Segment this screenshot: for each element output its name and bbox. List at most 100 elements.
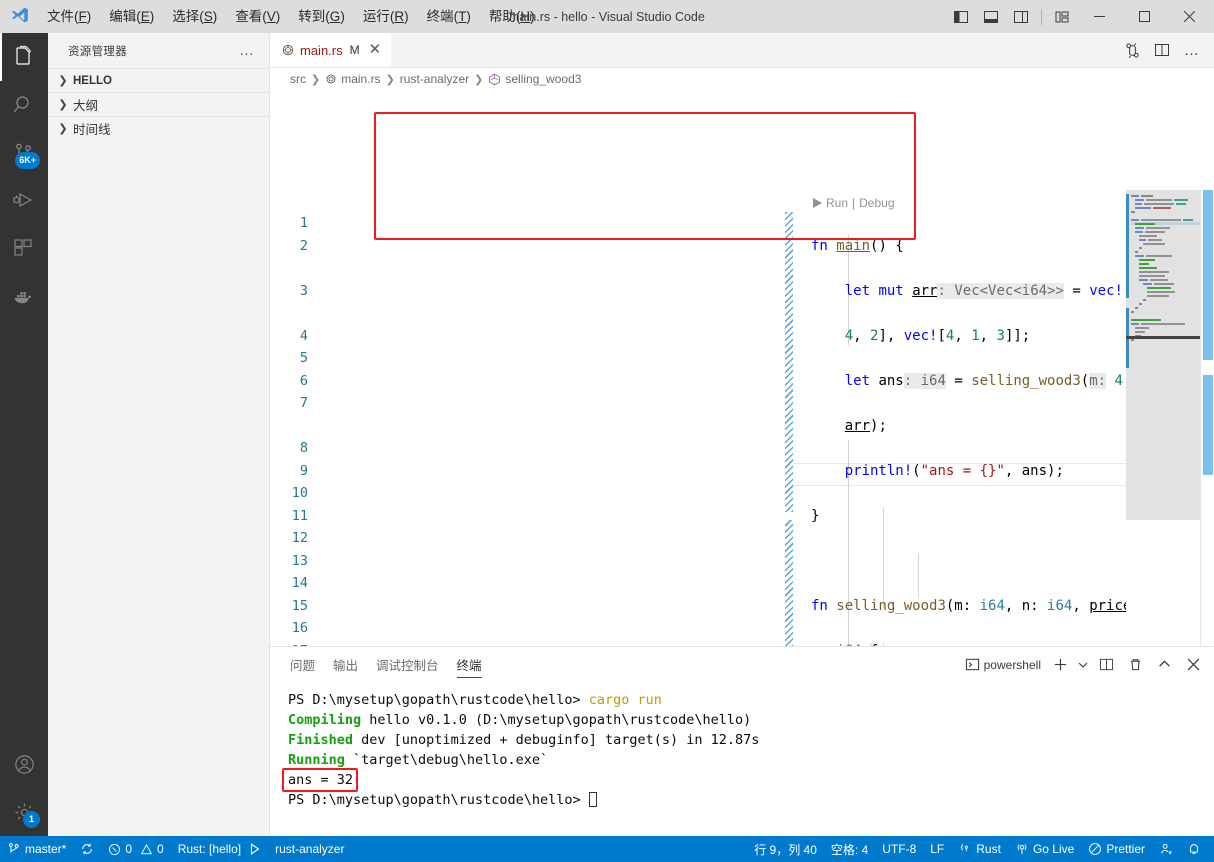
- codelens-debug-link[interactable]: Debug: [859, 196, 894, 210]
- toggle-panel-icon[interactable]: [976, 0, 1006, 33]
- close-icon[interactable]: ✕: [369, 42, 382, 57]
- window-maximize-button[interactable]: [1122, 0, 1167, 33]
- codelens-run-link[interactable]: Run: [826, 196, 848, 210]
- search-icon: [12, 93, 36, 117]
- breadcrumb-file-label: main.rs: [341, 72, 381, 86]
- maximize-panel-icon[interactable]: [1151, 651, 1177, 679]
- terminal-line: Compiling hello v0.1.0 (D:\mysetup\gopat…: [288, 710, 1214, 730]
- activity-bar: 6K+ 1: [0, 33, 48, 836]
- status-indentation[interactable]: 空格: 4: [824, 836, 875, 862]
- codelens-separator: |: [852, 196, 856, 210]
- error-icon: [108, 843, 121, 856]
- debug-icon: [12, 189, 36, 213]
- menu-edit[interactable]: 编辑(E): [100, 5, 163, 29]
- status-remote-explorer[interactable]: [1152, 836, 1180, 862]
- toggle-primary-sidebar-icon[interactable]: [946, 0, 976, 33]
- status-rust-target[interactable]: Rust: [hello]: [171, 836, 268, 862]
- line-number: 2: [299, 237, 308, 254]
- menu-view[interactable]: 查看(V): [226, 5, 289, 29]
- activity-item-accounts[interactable]: [0, 740, 48, 788]
- sidebar-section-outline-label: 大纲: [73, 99, 99, 113]
- panel-tab-problems[interactable]: 问题: [290, 647, 315, 682]
- activity-item-search[interactable]: [0, 81, 48, 129]
- line-number: 14: [291, 575, 308, 591]
- status-branch[interactable]: master*: [0, 836, 73, 862]
- status-rust-analyzer-label: rust-analyzer: [275, 842, 345, 856]
- customize-layout-icon[interactable]: [1047, 0, 1077, 33]
- menu-file[interactable]: 文件(F): [38, 5, 100, 29]
- source-control-icon: [7, 842, 21, 856]
- status-go-live[interactable]: Go Live: [1008, 836, 1081, 862]
- play-icon[interactable]: [249, 843, 261, 855]
- breadcrumb-item-src[interactable]: src: [290, 72, 306, 86]
- editor-scrollbar[interactable]: [1200, 190, 1214, 646]
- editor-area: main.rs M ✕ … src ❯ main.rs ❯ rust-analy…: [270, 33, 1214, 836]
- sidebar-section-timeline[interactable]: ❯ 时间线: [48, 116, 269, 140]
- code-editor[interactable]: Run | Debug 1 2 3 4 5 6 7 8 9 10 11 12 1…: [270, 90, 1214, 646]
- window-minimize-button[interactable]: [1077, 0, 1122, 33]
- minimap-slider[interactable]: [1126, 190, 1200, 520]
- status-language-mode[interactable]: Rust: [951, 836, 1008, 862]
- toggle-secondary-sidebar-icon[interactable]: [1006, 0, 1036, 33]
- git-change-decoration: [785, 212, 793, 512]
- minimap[interactable]: [1126, 190, 1200, 646]
- status-sync[interactable]: [73, 836, 101, 862]
- sidebar-section-outline[interactable]: ❯ 大纲: [48, 92, 269, 116]
- status-notifications[interactable]: [1180, 836, 1208, 862]
- panel-tab-output[interactable]: 输出: [333, 647, 358, 682]
- status-prettier-label: Prettier: [1106, 842, 1145, 856]
- menu-terminal[interactable]: 终端(T): [418, 5, 480, 29]
- activity-item-manage[interactable]: 1: [0, 788, 48, 836]
- breadcrumb-item-rust-analyzer[interactable]: rust-analyzer: [400, 72, 469, 86]
- menu-help[interactable]: 帮助(H): [480, 5, 544, 29]
- activity-item-run-debug[interactable]: [0, 177, 48, 225]
- menu-go[interactable]: 转到(G): [289, 5, 354, 29]
- terminal-shell-selector[interactable]: powershell: [962, 651, 1044, 679]
- menu-selection[interactable]: 选择(S): [163, 5, 226, 29]
- menu-run[interactable]: 运行(R): [354, 5, 418, 29]
- sidebar-section-timeline-label: 时间线: [73, 123, 111, 137]
- vscode-logo-icon: [0, 0, 38, 33]
- play-icon: [813, 198, 822, 208]
- chevron-right-icon: ❯: [58, 75, 68, 87]
- sidebar-more-actions-icon[interactable]: …: [239, 42, 261, 59]
- window-close-button[interactable]: [1167, 0, 1212, 33]
- codelens-run-debug[interactable]: Run | Debug: [813, 196, 895, 210]
- activity-item-source-control[interactable]: 6K+: [0, 129, 48, 177]
- status-problems[interactable]: 0 0: [101, 836, 170, 862]
- close-panel-icon[interactable]: [1180, 651, 1206, 679]
- chevron-down-icon[interactable]: [1076, 651, 1090, 679]
- activity-item-explorer[interactable]: [0, 33, 48, 81]
- terminal-result-line: ans = 32: [282, 768, 358, 792]
- editor-more-actions-icon[interactable]: …: [1178, 33, 1206, 68]
- kill-terminal-icon[interactable]: [1122, 651, 1148, 679]
- status-eol[interactable]: LF: [923, 836, 951, 862]
- activity-item-docker[interactable]: [0, 273, 48, 321]
- terminal-prompt: PS D:\mysetup\gopath\rustcode\hello>: [288, 692, 581, 708]
- files-icon: [12, 45, 36, 69]
- status-encoding[interactable]: UTF-8: [875, 836, 923, 862]
- status-bar: master* 0 0 Rust: [hello] rust-analyzer …: [0, 836, 1214, 862]
- breadcrumb-item-symbol[interactable]: selling_wood3: [488, 72, 581, 86]
- status-rust-analyzer[interactable]: rust-analyzer: [268, 836, 351, 862]
- activity-item-extensions[interactable]: [0, 225, 48, 273]
- sidebar-section-hello[interactable]: ❯ HELLO: [48, 68, 269, 92]
- terminal-prompt: PS D:\mysetup\gopath\rustcode\hello>: [288, 792, 581, 808]
- split-editor-icon[interactable]: [1148, 33, 1176, 68]
- terminal-output[interactable]: PS D:\mysetup\gopath\rustcode\hello> car…: [270, 682, 1214, 836]
- terminal-command: cargo run: [580, 692, 662, 708]
- new-terminal-icon[interactable]: [1047, 651, 1073, 679]
- editor-tab-main-rs[interactable]: main.rs M ✕: [270, 33, 393, 67]
- split-compare-icon[interactable]: [1118, 33, 1146, 68]
- status-prettier[interactable]: Prettier: [1081, 836, 1152, 862]
- account-icon: [13, 753, 36, 776]
- menu-bar[interactable]: 文件(F) 编辑(E) 选择(S) 查看(V) 转到(G) 运行(R) 终端(T…: [38, 0, 544, 33]
- line-number: 16: [291, 620, 308, 636]
- editor-scrollbar-thumb[interactable]: [1203, 190, 1213, 360]
- panel-tab-terminal[interactable]: 终端: [456, 647, 482, 682]
- status-cursor-position[interactable]: 行 9，列 40: [747, 836, 824, 862]
- breadcrumb-item-file[interactable]: main.rs: [325, 72, 381, 86]
- split-terminal-icon[interactable]: [1093, 651, 1119, 679]
- panel-tab-debug-console[interactable]: 调试控制台: [376, 647, 439, 682]
- chevron-right-icon: ❯: [385, 73, 395, 86]
